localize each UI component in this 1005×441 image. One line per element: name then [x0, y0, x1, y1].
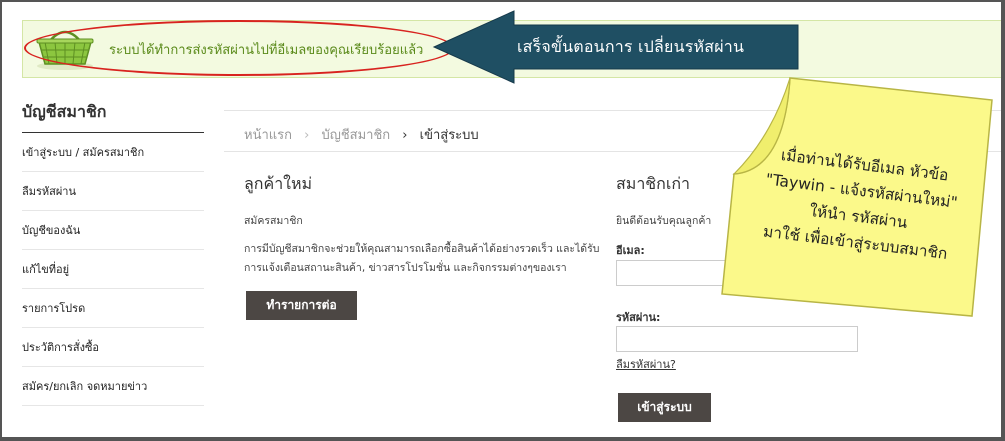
breadcrumb-separator-icon: › — [304, 128, 310, 143]
highlight-ellipse — [24, 20, 454, 76]
login-button[interactable]: เข้าสู่ระบบ — [618, 393, 711, 422]
sidebar-item-login-register[interactable]: เข้าสู่ระบบ / สมัครสมาชิก — [22, 133, 204, 172]
sidebar-item-order-history[interactable]: ประวัติการสั่งซื้อ — [22, 328, 204, 367]
new-customer-title: ลูกค้าใหม่ — [244, 174, 313, 193]
sidebar-item-forgot-password[interactable]: ลืมรหัสผ่าน — [22, 172, 204, 211]
sidebar-item-wishlist[interactable]: รายการโปรด — [22, 289, 204, 328]
forgot-password-link[interactable]: ลืมรหัสผ่าน? — [616, 355, 676, 373]
breadcrumb-current: เข้าสู่ระบบ — [419, 128, 479, 143]
breadcrumb: หน้าแรก › บัญชีสมาชิก › เข้าสู่ระบบ — [244, 124, 479, 145]
existing-member-title: สมาชิกเก่า — [616, 174, 690, 193]
callout-arrow-text: เสร็จขั้นตอนการ เปลี่ยนรหัสผ่าน — [517, 37, 745, 56]
account-sidebar: บัญชีสมาชิก เข้าสู่ระบบ / สมัครสมาชิก ลื… — [22, 100, 204, 406]
password-label: รหัสผ่าน: — [616, 311, 661, 324]
screenshot-frame: ระบบได้ทำการส่งรหัสผ่านไปที่อีเมลของคุณเ… — [0, 0, 1005, 441]
email-label: อีเมล: — [616, 244, 645, 257]
breadcrumb-account[interactable]: บัญชีสมาชิก — [321, 128, 390, 143]
continue-button[interactable]: ทำรายการต่อ — [246, 291, 357, 320]
sidebar-item-newsletter[interactable]: สมัคร/ยกเลิก จดหมายข่าว — [22, 367, 204, 406]
sidebar-item-edit-address[interactable]: แก้ไขที่อยู่ — [22, 250, 204, 289]
new-customer-subtitle: สมัครสมาชิก — [244, 215, 303, 227]
sidebar-title: บัญชีสมาชิก — [22, 100, 204, 133]
breadcrumb-home[interactable]: หน้าแรก — [244, 128, 292, 143]
breadcrumb-separator-icon: › — [402, 128, 408, 143]
existing-member-subtitle: ยินดีต้อนรับคุณลูกค้า — [616, 215, 712, 227]
new-customer-description: การมีบัญชีสมาชิกจะช่วยให้คุณสามารถเลือกซ… — [244, 243, 600, 274]
sidebar-item-my-account[interactable]: บัญชีของฉัน — [22, 211, 204, 250]
password-field[interactable] — [616, 326, 858, 352]
